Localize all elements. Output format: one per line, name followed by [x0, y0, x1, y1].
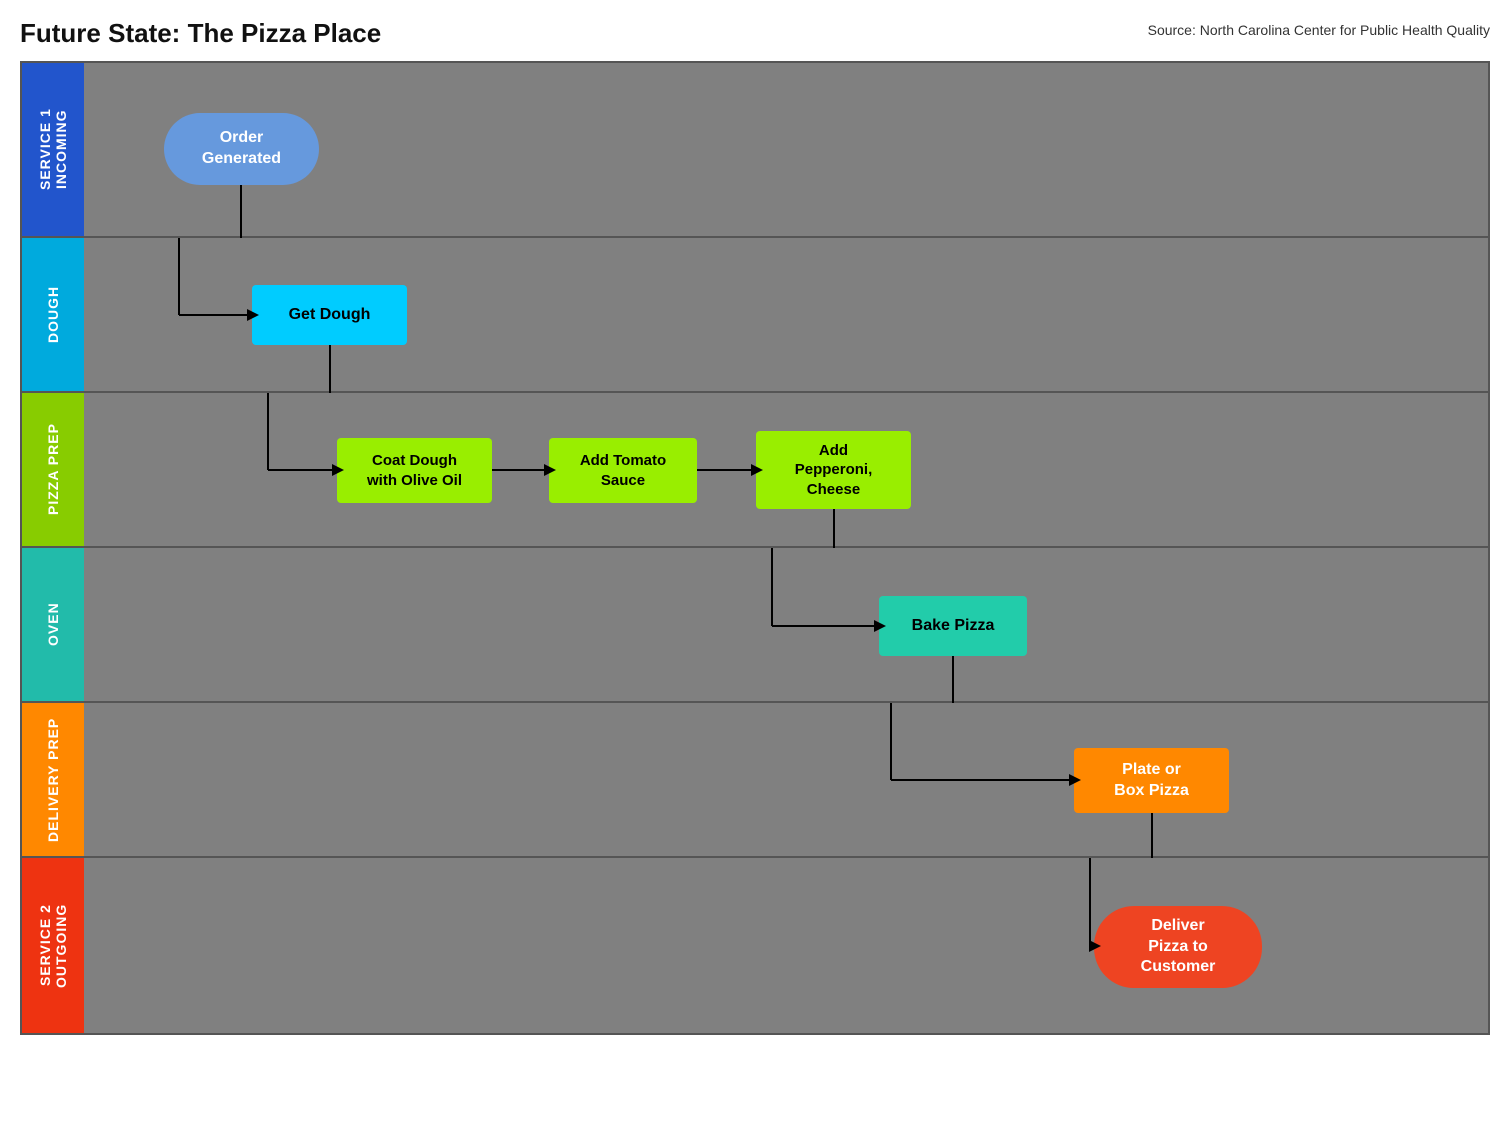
lane-service1: SERVICE 1INCOMING OrderGenerated [22, 63, 1488, 238]
step-deliver-pizza: DeliverPizza toCustomer [1094, 906, 1262, 988]
page-source: Source: North Carolina Center for Public… [1148, 18, 1490, 38]
lane-content-dough: Get Dough [84, 238, 1488, 391]
lane-label-delivery-prep: DELIVERY PREP [22, 703, 84, 856]
lane-label-service1: SERVICE 1INCOMING [22, 63, 84, 236]
lane-dough: DOUGH Get Dough [22, 238, 1488, 393]
lane-label-oven: OVEN [22, 548, 84, 701]
arrows-oven [84, 548, 1488, 701]
arrows-delivery-prep [84, 703, 1488, 856]
lane-content-oven: Bake Pizza [84, 548, 1488, 701]
lane-content-service1: OrderGenerated [84, 63, 1488, 236]
lane-label-dough: DOUGH [22, 238, 84, 391]
page-header: Future State: The Pizza Place Source: No… [20, 18, 1490, 49]
step-add-pepperoni: AddPepperoni,Cheese [756, 431, 911, 509]
step-coat-dough: Coat Doughwith Olive Oil [337, 438, 492, 503]
lane-service2: SERVICE 2OUTGOING DeliverPizza toCustome… [22, 858, 1488, 1033]
diagram-container: SERVICE 1INCOMING OrderGenerated DOUGH G… [20, 61, 1490, 1035]
lane-content-service2: DeliverPizza toCustomer [84, 858, 1488, 1033]
step-get-dough: Get Dough [252, 285, 407, 345]
step-bake-pizza: Bake Pizza [879, 596, 1027, 656]
step-add-tomato: Add TomatoSauce [549, 438, 697, 503]
arrows-service2 [84, 858, 1488, 1033]
lane-oven: OVEN Bake Pizza [22, 548, 1488, 703]
lane-delivery-prep: DELIVERY PREP Plate orBox Pizza [22, 703, 1488, 858]
page-title: Future State: The Pizza Place [20, 18, 381, 49]
lane-label-service2: SERVICE 2OUTGOING [22, 858, 84, 1033]
lane-content-delivery-prep: Plate orBox Pizza [84, 703, 1488, 856]
step-plate-box: Plate orBox Pizza [1074, 748, 1229, 813]
page-wrapper: Future State: The Pizza Place Source: No… [20, 18, 1490, 1035]
step-order-generated: OrderGenerated [164, 113, 319, 185]
lane-label-pizza-prep: PIZZA PREP [22, 393, 84, 546]
lane-pizza-prep: PIZZA PREP Coat Doughwith Olive Oil Add … [22, 393, 1488, 548]
lane-content-pizza-prep: Coat Doughwith Olive Oil Add TomatoSauce… [84, 393, 1488, 546]
